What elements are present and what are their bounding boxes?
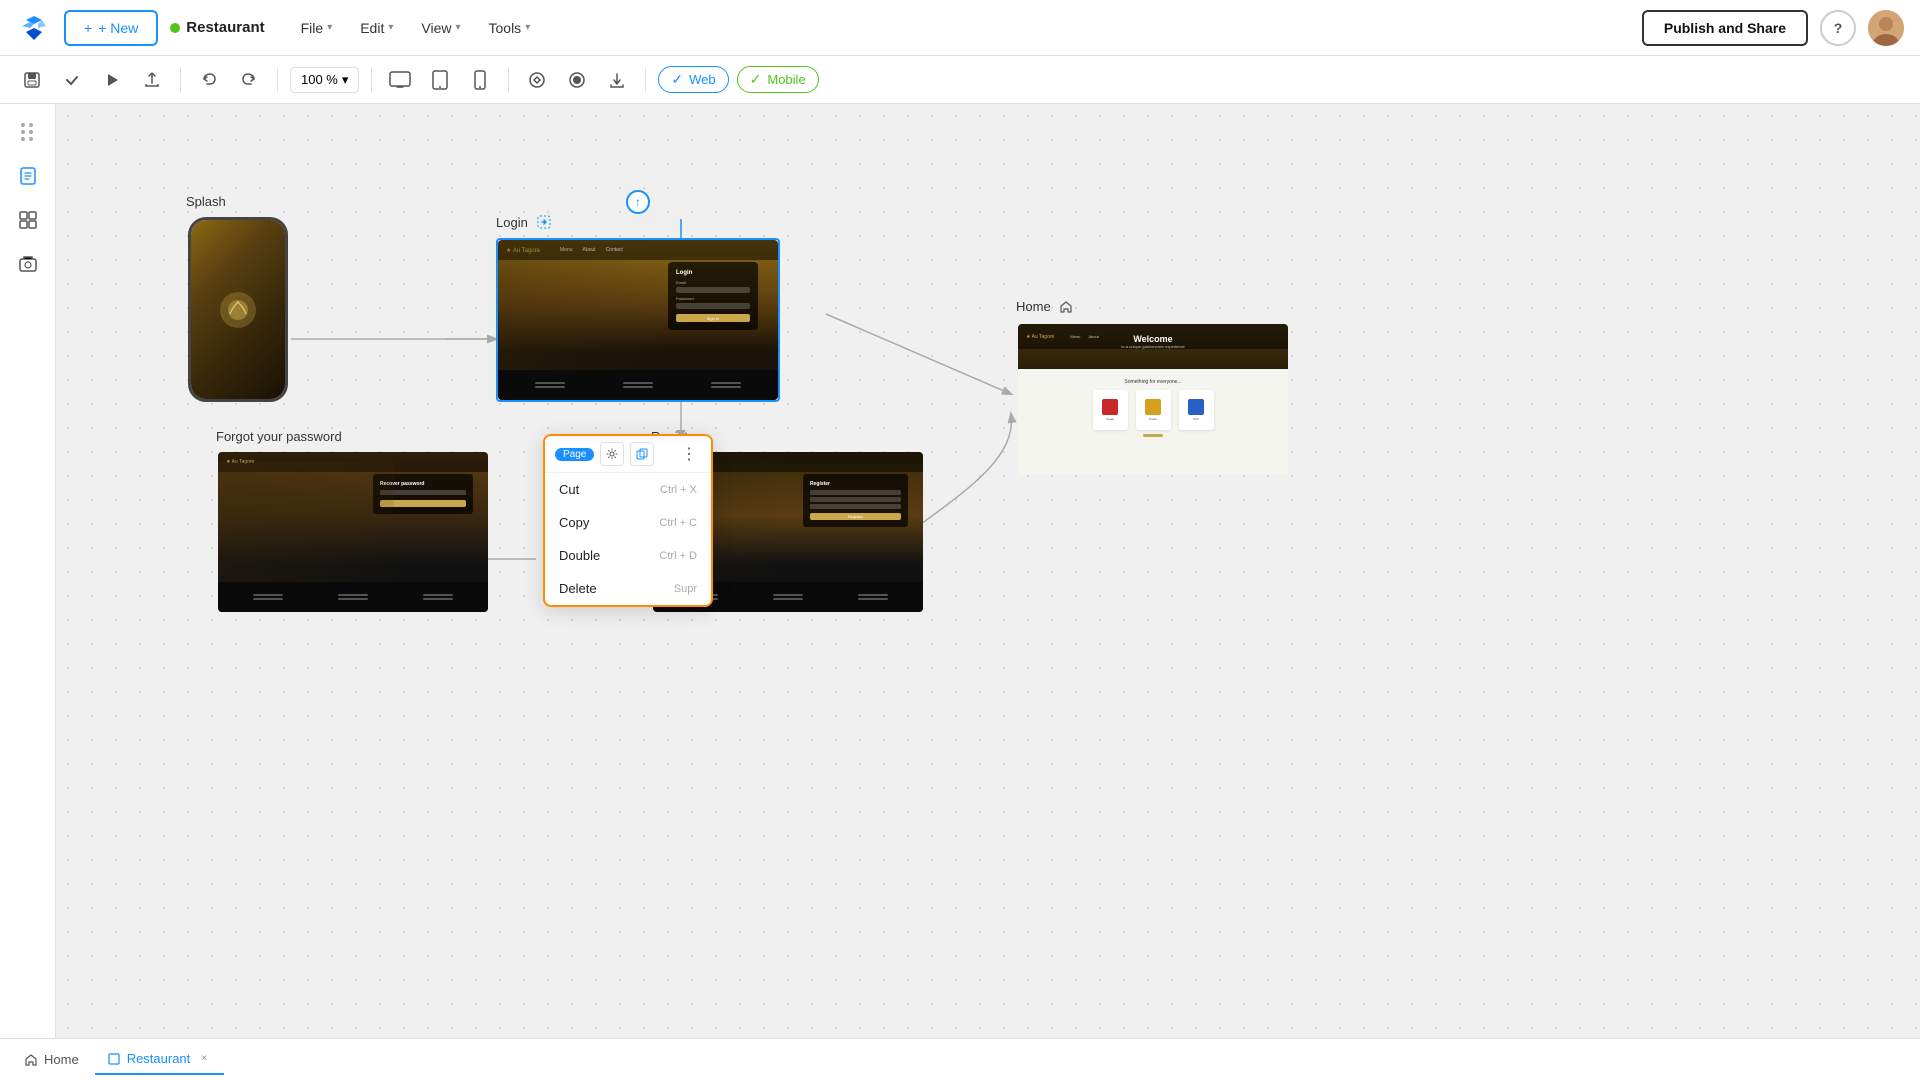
project-name: Restaurant [170,19,264,36]
restaurant-tab[interactable]: Restaurant × [95,1045,225,1075]
splash-screen[interactable] [186,215,290,404]
divider [180,68,181,92]
up-connector-button[interactable]: ↑ [626,190,650,214]
context-delete-item[interactable]: Delete Supr [545,572,711,605]
left-sidebar [0,104,56,1038]
edit-menu[interactable]: Edit ▾ [348,14,405,42]
chevron-down-icon: ▾ [388,22,393,33]
view-menu[interactable]: View ▾ [409,14,472,42]
nav-menus: File ▾ Edit ▾ View ▾ Tools ▾ [289,14,543,42]
tools-menu[interactable]: Tools ▾ [477,14,543,42]
mobile-check-icon: ✓ [750,71,762,88]
zoom-control[interactable]: 100 % ▾ [290,67,359,93]
divider [277,68,278,92]
chevron-down-icon: ▾ [327,22,332,33]
chevron-down-icon: ▾ [455,22,460,33]
context-cut-item[interactable]: Cut Ctrl + X [545,473,711,506]
login-label: Login [496,215,528,230]
page-badge: Page [555,448,594,461]
assets-button[interactable] [8,244,48,284]
pages-button[interactable] [8,156,48,196]
home-icon [1059,300,1073,314]
restaurant-tab-label: Restaurant [127,1051,191,1066]
forgot-screen[interactable]: ★ Au Tagore Recover password [216,450,490,614]
context-duplicate-button[interactable] [630,442,654,466]
tablet-view-button[interactable] [424,64,456,96]
chevron-down-icon: ▾ [342,72,349,88]
login-screenshot-content: ★ Au Tagore Menu About Contact Login Ema… [498,240,778,400]
undo-button[interactable] [193,64,225,96]
forgot-label: Forgot your password [216,429,490,444]
home-tab-icon [24,1053,38,1067]
login-frame[interactable]: Login ↑ ★ Au Tagore Menu About Contact [496,214,780,402]
splash-phone [188,217,288,402]
home-screenshot-content: ★ Au Tagore Menu About Welcome to a uniq… [1018,324,1288,474]
navbar: + + New Restaurant File ▾ Edit ▾ View ▾ … [0,0,1920,56]
context-menu: Page ⋮ Cut Ctrl + X Copy Ctrl + C [543,434,713,607]
publish-button[interactable]: Publish and Share [1642,10,1808,46]
login-link-icon [536,214,552,230]
close-tab-button[interactable]: × [196,1051,212,1067]
logo[interactable] [16,10,52,46]
toolbar: 100 % ▾ [0,56,1920,104]
help-button[interactable]: ? [1820,10,1856,46]
divider [371,68,372,92]
context-double-item[interactable]: Double Ctrl + D [545,539,711,572]
home-tab[interactable]: Home [12,1046,91,1073]
forgot-screenshot-content: ★ Au Tagore Recover password [218,452,488,612]
new-button[interactable]: + + New [64,10,158,46]
avatar[interactable] [1868,10,1904,46]
context-settings-button[interactable] [600,442,624,466]
save-button[interactable] [16,64,48,96]
desktop-view-button[interactable] [384,64,416,96]
context-menu-header: Page ⋮ [545,436,711,473]
export-button[interactable] [136,64,168,96]
check-button[interactable] [56,64,88,96]
interact-button[interactable] [521,64,553,96]
zoom-value: 100 % [301,72,338,87]
new-label: + New [98,20,138,36]
play-button[interactable] [96,64,128,96]
home-screen[interactable]: ★ Au Tagore Menu About Welcome to a uniq… [1016,322,1290,476]
record-button[interactable] [561,64,593,96]
dots-grid-icon [21,123,35,141]
context-more-button[interactable]: ⋮ [677,442,701,466]
home-tab-label: Home [44,1052,79,1067]
login-screen[interactable]: ★ Au Tagore Menu About Contact Login Ema… [496,238,780,402]
download-button[interactable] [601,64,633,96]
web-check-icon: ✓ [671,71,683,88]
layers-button[interactable] [8,112,48,152]
context-copy-item[interactable]: Copy Ctrl + C [545,506,711,539]
home-frame[interactable]: Home ★ Au Tagore Menu About Welcome to [1016,299,1290,476]
file-menu[interactable]: File ▾ [289,14,345,42]
home-label: Home [1016,299,1051,314]
divider [645,68,646,92]
redo-button[interactable] [233,64,265,96]
mobile-label: Mobile [767,72,805,87]
restaurant-tab-icon [107,1052,121,1066]
web-toggle[interactable]: ✓ Web [658,66,728,93]
web-label: Web [689,72,716,87]
divider [508,68,509,92]
splash-frame[interactable]: Splash [186,194,290,404]
tab-bar: Home Restaurant × [0,1038,1920,1080]
splash-label: Splash [186,194,290,209]
mobile-toggle[interactable]: ✓ Mobile [737,66,819,93]
status-dot [170,23,180,33]
components-button[interactable] [8,200,48,240]
canvas: Splash Login ↑ [56,104,1920,1038]
plus-icon: + [84,20,92,36]
forgot-frame[interactable]: Forgot your password ★ Au Tagore Recover… [216,429,490,614]
chevron-down-icon: ▾ [525,22,530,33]
mobile-view-button[interactable] [464,64,496,96]
